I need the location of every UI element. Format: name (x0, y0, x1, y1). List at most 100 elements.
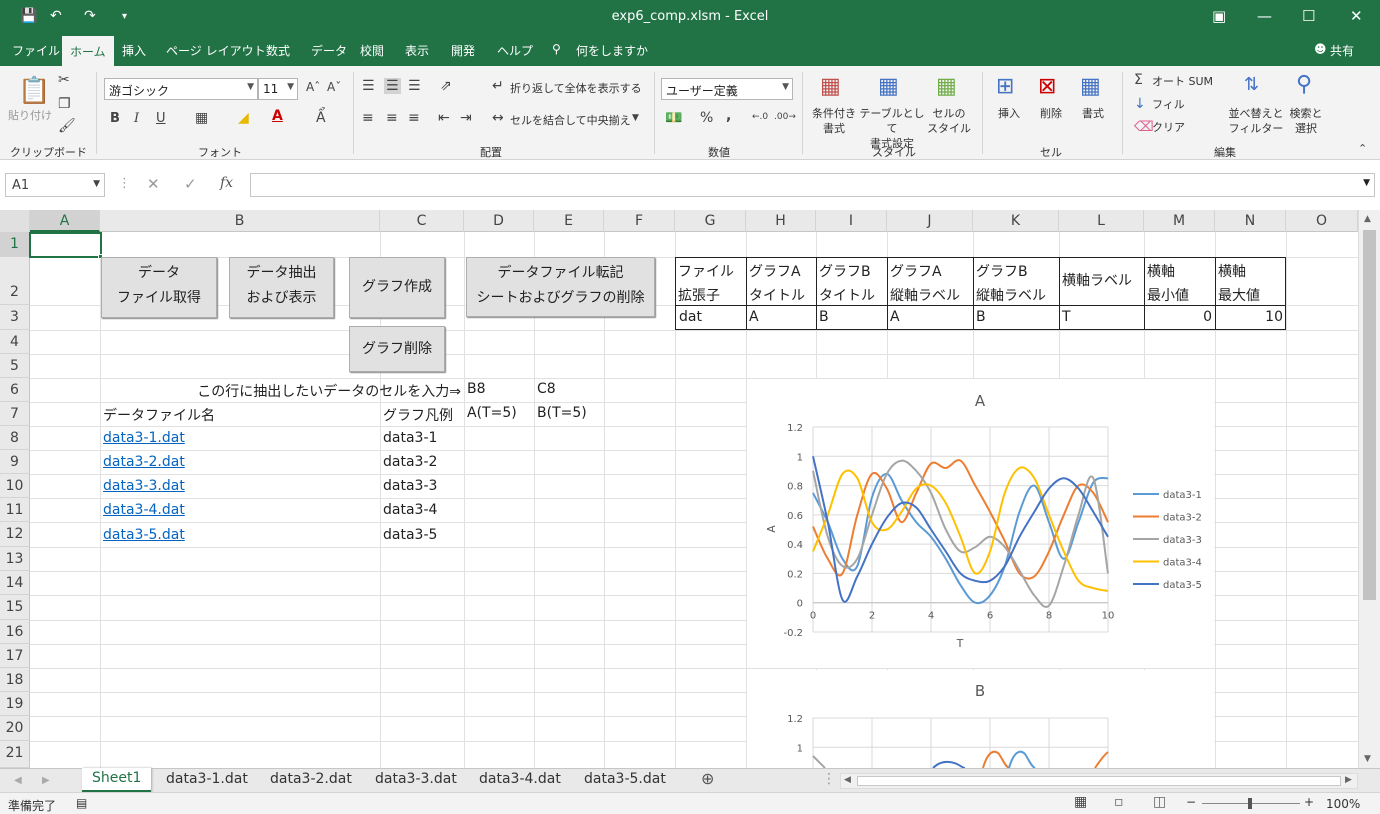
add-sheet-icon[interactable]: ⊕ (701, 769, 714, 788)
cell-e7[interactable]: B(T=5) (537, 405, 587, 421)
align-bottom-icon[interactable]: ☰ (408, 78, 421, 94)
merge-center-button[interactable]: セルを結合して中央揃え (510, 113, 631, 128)
file-link-3[interactable]: data3-3.dat (103, 478, 185, 494)
normal-view-icon[interactable]: ▦ (1074, 794, 1087, 810)
legend-cell-5[interactable]: data3-5 (383, 527, 437, 543)
delete-sheets-graphs-button[interactable]: データファイル転記 シートおよびグラフの削除 (466, 257, 655, 317)
column-header-g[interactable]: G (675, 210, 746, 232)
chevron-down-icon[interactable]: ▼ (632, 113, 639, 123)
column-header-k[interactable]: K (973, 210, 1059, 232)
wrap-text-button[interactable]: 折り返して全体を表示する (510, 81, 642, 96)
conditional-format-button[interactable]: 条件付き 書式 (806, 106, 862, 136)
align-center-icon[interactable]: ≡ (386, 110, 398, 126)
row-header-10[interactable]: 10 (0, 474, 30, 498)
paste-icon[interactable]: 📋 (18, 76, 50, 106)
tell-me-search[interactable]: 何をしますか (576, 42, 648, 59)
column-header-h[interactable]: H (746, 210, 816, 232)
row-header-8[interactable]: 8 (0, 426, 30, 450)
delete-cells-button[interactable]: 削除 (1032, 106, 1070, 121)
row-header-18[interactable]: 18 (0, 668, 30, 692)
fill-button[interactable]: フィル (1152, 97, 1185, 112)
settings-value-xlabel[interactable]: T (1062, 309, 1071, 325)
cancel-icon[interactable]: ✕ (147, 175, 160, 193)
percent-button[interactable]: % (700, 110, 713, 126)
row-header-20[interactable]: 20 (0, 716, 30, 741)
minimize-icon[interactable]: — (1257, 7, 1272, 25)
cell-b7[interactable]: データファイル名 (103, 405, 215, 425)
next-sheet-icon[interactable]: ▶ (42, 775, 50, 786)
insert-cells-button[interactable]: 挿入 (990, 106, 1028, 121)
paste-button[interactable]: 貼り付け (8, 108, 52, 123)
borders-icon[interactable]: ▦ (195, 110, 208, 126)
sheet-tab-data3-4[interactable]: data3-4.dat (479, 771, 561, 787)
settings-value-graph-a-title[interactable]: A (749, 309, 759, 325)
get-data-file-button[interactable]: データ ファイル取得 (101, 257, 217, 318)
align-middle-icon[interactable]: ☰ (384, 78, 401, 94)
column-header-n[interactable]: N (1215, 210, 1286, 232)
macro-record-icon[interactable]: ▤ (76, 796, 87, 810)
file-link-5[interactable]: data3-5.dat (103, 527, 185, 543)
file-link-2[interactable]: data3-2.dat (103, 454, 185, 470)
tab-home[interactable]: ホーム (62, 36, 114, 66)
row-header-11[interactable]: 11 (0, 498, 30, 522)
font-color-icon[interactable]: A (272, 108, 283, 124)
name-box[interactable]: A1 ▼ (5, 173, 105, 197)
legend-cell-4[interactable]: data3-4 (383, 502, 437, 518)
row-header-5[interactable]: 5 (0, 354, 30, 378)
row-header-4[interactable]: 4 (0, 330, 30, 354)
sheet-tab-sheet1[interactable]: Sheet1 (82, 768, 152, 792)
legend-cell-2[interactable]: data3-2 (383, 454, 437, 470)
scroll-down-icon[interactable]: ▼ (1364, 754, 1371, 764)
row-header-14[interactable]: 14 (0, 571, 30, 595)
zoom-out-icon[interactable]: − (1186, 795, 1196, 809)
tab-developer[interactable]: 開発 (451, 42, 475, 59)
find-select-button[interactable]: 検索と 選択 (1286, 106, 1326, 136)
column-header-f[interactable]: F (604, 210, 675, 232)
close-icon[interactable]: ✕ (1350, 7, 1363, 25)
sheet-tab-data3-3[interactable]: data3-3.dat (375, 771, 457, 787)
column-header-a[interactable]: A (30, 210, 100, 232)
currency-icon[interactable]: 💵 (665, 110, 682, 126)
chart-a[interactable]: A T A 1.2 1 0.8 0.6 0.4 0.2 0 -0.2 0 2 4 6 8 10 data3… (747, 379, 1214, 668)
settings-value-extension[interactable]: dat (679, 309, 702, 325)
insert-function-button[interactable]: fx (220, 175, 233, 191)
tab-help[interactable]: ヘルプ (497, 42, 533, 59)
format-cells-button[interactable]: 書式 (1074, 106, 1112, 121)
row-header-9[interactable]: 9 (0, 450, 30, 474)
column-header-m[interactable]: M (1144, 210, 1215, 232)
collapse-ribbon-icon[interactable]: ⌃ (1358, 142, 1367, 155)
delete-graph-button[interactable]: グラフ削除 (349, 326, 445, 372)
increase-font-icon[interactable]: Aˆ (306, 80, 320, 94)
align-right-icon[interactable]: ≡ (408, 110, 420, 126)
row-header-2[interactable]: 2 (0, 257, 30, 305)
comma-button[interactable]: , (726, 108, 731, 124)
scroll-right-icon[interactable]: ▶ (1345, 775, 1352, 785)
column-header-i[interactable]: I (816, 210, 887, 232)
page-layout-view-icon[interactable]: ▫ (1114, 794, 1124, 810)
autosum-button[interactable]: オート SUM (1152, 74, 1213, 89)
align-top-icon[interactable]: ☰ (362, 78, 375, 94)
cell-styles-button[interactable]: セルの スタイル (922, 106, 976, 136)
column-header-b[interactable]: B (100, 210, 380, 232)
active-cell-a1[interactable] (29, 232, 102, 258)
select-all[interactable] (0, 210, 30, 232)
copy-icon[interactable]: ❐ (58, 96, 71, 112)
settings-value-graph-a-ylabel[interactable]: A (890, 309, 900, 325)
settings-value-graph-b-ylabel[interactable]: B (976, 309, 986, 325)
share-button[interactable]: 共有 (1330, 42, 1354, 59)
extract-display-button[interactable]: データ抽出 および表示 (229, 257, 334, 318)
maximize-icon[interactable]: ☐ (1302, 7, 1315, 25)
row-header-17[interactable]: 17 (0, 644, 30, 668)
cut-icon[interactable]: ✂ (58, 72, 70, 88)
cell-c7[interactable]: グラフ凡例 (383, 405, 453, 425)
share-icon[interactable]: ☻ (1314, 42, 1327, 56)
zoom-in-icon[interactable]: + (1304, 795, 1314, 809)
column-header-j[interactable]: J (887, 210, 973, 232)
increase-indent-icon[interactable]: ⇥ (460, 110, 472, 126)
decrease-decimal-icon[interactable]: .00→ (774, 112, 796, 122)
format-painter-icon[interactable]: 🖌 (58, 118, 76, 134)
row-header-21[interactable]: 21 (0, 741, 30, 768)
tab-page-layout[interactable]: ページ レイアウト (166, 42, 266, 59)
prev-sheet-icon[interactable]: ◀ (14, 775, 22, 786)
vertical-scrollbar[interactable]: ▲ ▼ (1358, 210, 1380, 768)
